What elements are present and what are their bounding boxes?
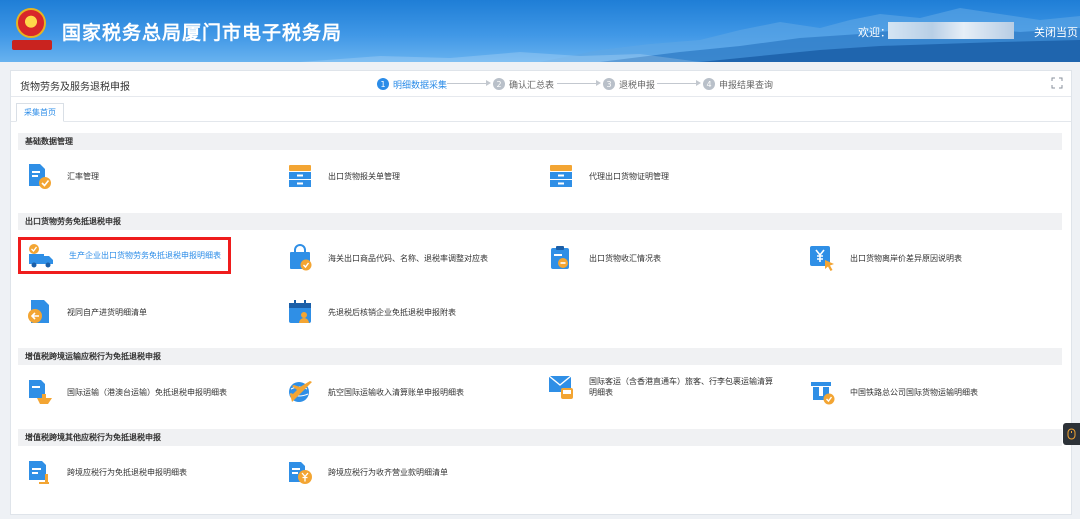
step-arrow	[557, 80, 601, 86]
menu-item-label: 航空国际运输收入清算账单申报明细表	[328, 387, 464, 397]
section-header: 基础数据管理	[18, 133, 1062, 150]
document-ship-icon	[29, 380, 52, 404]
menu-item-label: 先退税后核销企业免抵退税申报附表	[328, 307, 456, 317]
menu-item-label: 出口货物收汇情况表	[589, 253, 661, 263]
document-person-icon	[29, 461, 49, 484]
menu-item-label: 代理出口货物证明管理	[589, 171, 669, 181]
step-number: 4	[703, 78, 715, 90]
menu-item-cross-border-revenue-list[interactable]: 跨境应税行为收齐营业款明细清单	[286, 457, 448, 487]
floating-side-tab[interactable]	[1063, 423, 1080, 445]
menu-item-label: 生产企业出口货物劳务免抵退税申报明细表	[69, 251, 221, 260]
site-title: 国家税务总局厦门市电子税务局	[62, 22, 343, 44]
step-arrow	[657, 80, 701, 86]
menu-item-deemed-self-produced[interactable]: 视同自产进货明细清单	[25, 297, 147, 327]
menu-item-production-enterprise-declaration[interactable]: 生产企业出口货物劳务免抵退税申报明细表	[18, 237, 231, 274]
module-title: 货物劳务及服务退税申报	[20, 82, 130, 93]
menu-item-fob-price-variance[interactable]: 出口货物离岸价差异原因说明表	[808, 243, 962, 273]
menu-item-passenger-transport-settlement[interactable]: 国际客运（含香港直通车）旅客、行李包裹运输清算函件明细表 明细表	[547, 372, 779, 402]
tab-collection-home[interactable]: 采集首页	[16, 103, 64, 122]
step-label: 明细数据采集	[393, 80, 448, 91]
menu-item-label: 海关出口商品代码、名称、退税率调整对应表	[328, 253, 488, 263]
header-banner: 国家税务总局厦门市电子税务局 欢迎： 关闭当页	[0, 0, 1080, 62]
menu-item-railway-international-freight[interactable]: 中国铁路总公司国际货物运输明细表	[808, 377, 978, 407]
step-number: 3	[603, 78, 615, 90]
menu-item-refund-before-verification[interactable]: 先退税后核销企业免抵退税申报附表	[286, 297, 456, 327]
module-topbar: 货物劳务及服务退税申报 1 明细数据采集 2 确认汇总表 3 退税申报 4 申报…	[11, 71, 1071, 97]
calendar-person-icon	[289, 300, 311, 323]
section-header: 出口货物劳务免抵退税申报	[18, 213, 1062, 230]
menu-item-label: 国际客运（含香港直通车）旅客、行李包裹运输清算函件明细表 明细表	[589, 376, 779, 398]
step-2[interactable]: 2 确认汇总表	[493, 77, 554, 91]
file-cabinet-icon	[289, 165, 311, 187]
menu-item-customs-declaration[interactable]: 出口货物报关单管理	[286, 161, 400, 191]
document-arrow-icon	[28, 300, 49, 323]
train-check-icon	[811, 382, 835, 405]
main-panel: 货物劳务及服务退税申报 1 明细数据采集 2 确认汇总表 3 退税申报 4 申报…	[10, 70, 1072, 515]
menu-item-customs-code-mapping[interactable]: 海关出口商品代码、名称、退税率调整对应表	[286, 243, 488, 273]
step-1[interactable]: 1 明细数据采集	[377, 77, 447, 91]
menu-item-international-transport[interactable]: 国际运输（港澳台运输）免抵退税申报明细表	[25, 377, 227, 407]
username-redacted	[888, 22, 1014, 39]
menu-item-label: 中国铁路总公司国际货物运输明细表	[850, 387, 978, 397]
menu-item-label: 跨境应税行为免抵退税申报明细表	[67, 467, 187, 477]
step-number: 1	[377, 78, 389, 90]
menu-item-air-transport-settlement[interactable]: 航空国际运输收入清算账单申报明细表	[286, 377, 464, 407]
airplane-globe-icon	[289, 381, 312, 402]
label-line: 国际客运（含香港直通车）旅客、行李包裹运输清算函件明细表	[589, 377, 773, 386]
welcome-text: 欢迎：	[858, 26, 891, 39]
menu-item-label: 视同自产进货明细清单	[67, 307, 147, 317]
step-label: 退税申报	[619, 80, 656, 91]
menu-item-export-forex-receipt[interactable]: 出口货物收汇情况表	[547, 243, 661, 273]
close-page-link[interactable]: 关闭当页	[1034, 24, 1078, 40]
menu-item-label: 国际运输（港澳台运输）免抵退税申报明细表	[67, 387, 227, 397]
menu-item-label: 出口货物离岸价差异原因说明表	[850, 253, 962, 263]
tab-bar: 采集首页	[11, 98, 1071, 122]
step-4[interactable]: 4 申报结果查询	[703, 77, 773, 91]
fullscreen-icon[interactable]	[1051, 77, 1063, 89]
mouse-icon	[1067, 428, 1076, 440]
menu-item-cross-border-taxable-declaration[interactable]: 跨境应税行为免抵退税申报明细表	[25, 457, 187, 487]
menu-item-exchange-rate[interactable]: 汇率管理	[25, 161, 99, 191]
document-check-icon	[29, 164, 51, 189]
yen-cursor-icon	[810, 246, 834, 271]
menu-item-label: 出口货物报关单管理	[328, 171, 400, 181]
envelope-bus-icon	[548, 375, 573, 399]
truck-check-icon	[29, 243, 53, 267]
label-line: 明细表	[589, 388, 613, 397]
menu-item-label: 跨境应税行为收齐营业款明细清单	[328, 467, 448, 477]
national-emblem-logo	[12, 6, 52, 50]
document-yen-icon	[289, 462, 312, 484]
shopping-bag-check-icon	[290, 244, 312, 271]
step-label: 申报结果查询	[719, 80, 774, 91]
step-number: 2	[493, 78, 505, 90]
step-arrow	[447, 80, 491, 86]
clipboard-coin-icon	[551, 246, 569, 269]
file-cabinet-icon	[550, 165, 572, 187]
menu-item-label: 汇率管理	[67, 171, 99, 181]
step-3[interactable]: 3 退税申报	[603, 77, 655, 91]
step-label: 确认汇总表	[509, 80, 555, 91]
section-header: 增值税跨境运输应税行为免抵退税申报	[18, 348, 1062, 365]
section-header: 增值税跨境其他应税行为免抵退税申报	[18, 429, 1062, 446]
menu-item-agent-export-proof[interactable]: 代理出口货物证明管理	[547, 161, 669, 191]
